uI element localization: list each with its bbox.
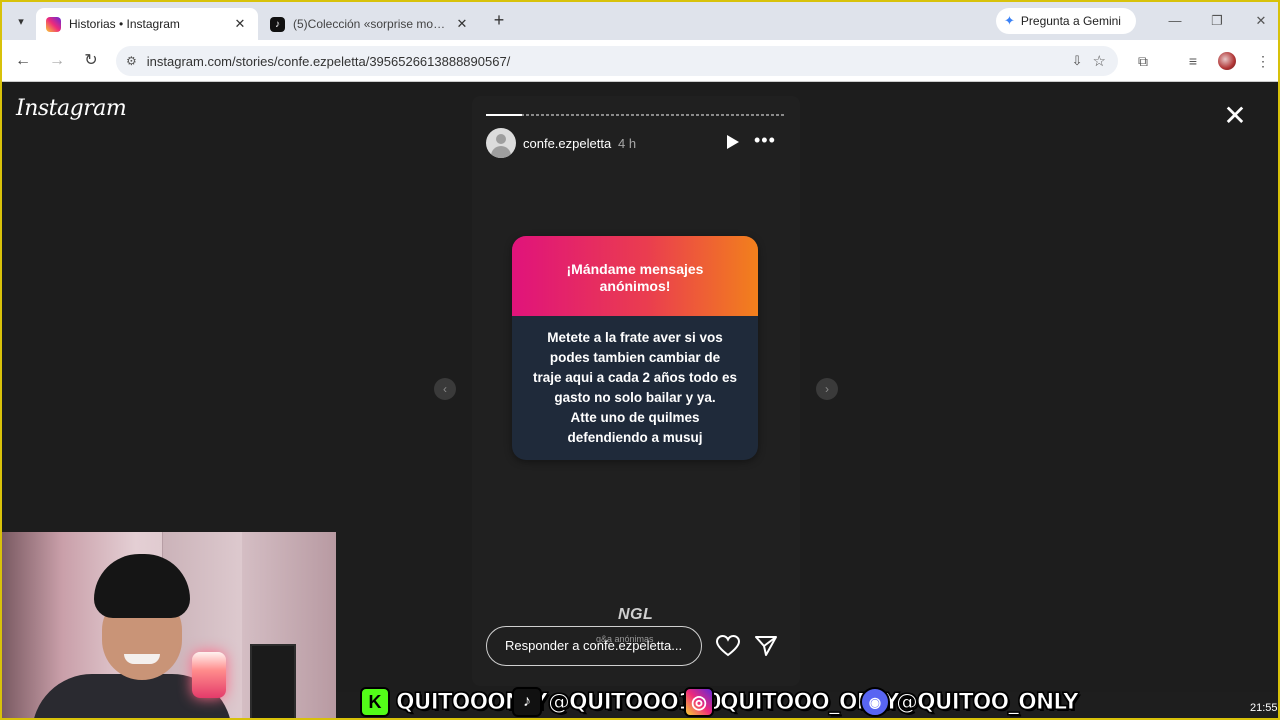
card-message-line: gasto no solo bailar y ya. <box>554 390 716 405</box>
bookmark-star-icon[interactable]: ☆ <box>1093 52 1106 70</box>
site-settings-icon[interactable]: ⚙ <box>126 54 137 68</box>
tab-search-button[interactable]: ▾ <box>10 10 32 32</box>
heart-icon[interactable] <box>716 635 740 657</box>
profile-avatar[interactable] <box>1218 52 1236 70</box>
next-story-icon[interactable]: › <box>816 378 838 400</box>
discord-icon: ◉ <box>860 687 890 717</box>
browser-tab-bar: ▾ Historias • Instagram ✕ ♪ (5)Colección… <box>2 2 1278 40</box>
tab-title: (5)Colección «sorprise moments» <box>293 17 454 31</box>
tiktok-icon: ♪ <box>270 16 285 32</box>
card-header: ¡Mándame mensajes anónimos! <box>512 236 758 316</box>
url-bar[interactable]: ⚙ instagram.com/stories/confe.ezpeletta/… <box>116 46 1118 76</box>
tab-instagram[interactable]: Historias • Instagram ✕ <box>36 8 258 40</box>
card-title-line: ¡Mándame mensajes <box>566 261 704 277</box>
browser-menu-icon[interactable]: ⋮ <box>1252 50 1274 72</box>
back-button[interactable]: ← <box>12 50 34 72</box>
kick-icon: K <box>360 687 390 717</box>
install-app-icon[interactable]: ⇩ <box>1072 53 1083 69</box>
story-time: 4 h <box>618 136 637 151</box>
tab-title: Historias • Instagram <box>69 17 180 31</box>
story-progress-fill <box>486 114 522 116</box>
discord-handle: @QUITOO_ONLY <box>896 689 1080 715</box>
reply-input[interactable]: Responder a confe.ezpeletta... <box>486 626 702 666</box>
new-tab-button[interactable]: + <box>488 10 510 32</box>
media-controls-icon[interactable]: ≡ <box>1182 50 1204 72</box>
lamp-image <box>192 652 226 698</box>
story-username[interactable]: confe.ezpeletta <box>523 136 611 151</box>
ngl-watermark: NGL <box>618 606 654 623</box>
close-story-icon[interactable]: ✕ <box>1222 102 1248 130</box>
webcam-overlay <box>2 532 336 718</box>
close-tab-icon[interactable]: ✕ <box>454 16 470 32</box>
window-close-button[interactable]: ✕ <box>1248 10 1274 32</box>
card-message-line: Atte uno de quilmes <box>570 410 700 425</box>
play-icon[interactable] <box>726 134 740 150</box>
card-message-line: traje aqui a cada 2 años todo es <box>532 370 738 385</box>
card-message-line: defendiendo a musuj <box>567 430 703 445</box>
instagram-logo[interactable]: Instagram <box>16 96 127 121</box>
previous-story-icon[interactable]: ‹ <box>434 378 456 400</box>
forward-button[interactable]: → <box>46 50 68 72</box>
send-icon[interactable] <box>754 635 778 657</box>
minimize-button[interactable]: — <box>1162 10 1188 32</box>
more-options-icon[interactable]: ••• <box>754 130 776 151</box>
card-message-line: podes tambien cambiar de <box>549 350 721 365</box>
card-title-line: anónimos! <box>599 278 671 294</box>
story-viewer[interactable]: confe.ezpeletta 4 h ••• ¡Mándame mensaje… <box>472 96 800 686</box>
ngl-question-card: ¡Mándame mensajes anónimos! Metete a la … <box>512 236 758 460</box>
reload-button[interactable]: ↻ <box>80 50 102 72</box>
address-toolbar: ← → ↻ ⚙ instagram.com/stories/confe.ezpe… <box>2 40 1278 82</box>
instagram-icon: ◎ <box>684 687 714 717</box>
streamer-image <box>32 554 232 718</box>
tab-tiktok[interactable]: ♪ (5)Colección «sorprise moments» ✕ <box>260 8 480 40</box>
social-banner: K QUITOOONLY ♪ @QUITOOO120 ◎ QUITOOO_ONL… <box>360 682 1079 718</box>
taskbar-clock: 21:55 <box>1250 702 1278 714</box>
card-message-line: Metete a la frate aver si vos <box>547 330 723 345</box>
close-tab-icon[interactable]: ✕ <box>232 16 248 32</box>
banner-discord: ◉ @QUITOO_ONLY <box>860 682 1080 718</box>
story-user-avatar[interactable] <box>486 128 516 158</box>
url-text: instagram.com/stories/confe.ezpeletta/39… <box>146 53 511 69</box>
restore-button[interactable]: ❐ <box>1204 10 1230 32</box>
card-message: Metete a la frate aver si vos podes tamb… <box>512 316 758 448</box>
gemini-button[interactable]: ✦ Pregunta a Gemini <box>996 8 1136 34</box>
tiktok-icon: ♪ <box>512 687 542 717</box>
story-progress-bar <box>486 114 786 116</box>
gemini-sparkle-icon: ✦ <box>1004 13 1015 28</box>
extensions-icon[interactable]: ⧉ <box>1132 50 1154 72</box>
gemini-label: Pregunta a Gemini <box>1020 14 1121 28</box>
instagram-icon <box>46 16 61 32</box>
speaker-image <box>250 644 296 718</box>
screen-frame: ▾ Historias • Instagram ✕ ♪ (5)Colección… <box>0 0 1280 720</box>
